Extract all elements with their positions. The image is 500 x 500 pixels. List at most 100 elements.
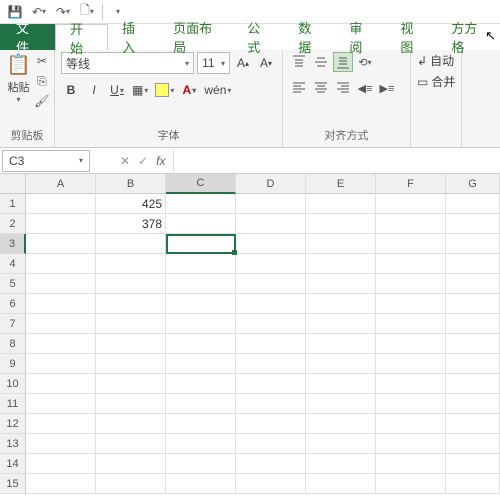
col-header[interactable]: B [96,174,166,194]
cell-C13[interactable] [166,434,236,454]
cell-G10[interactable] [446,374,500,394]
row-header[interactable]: 2 [0,214,26,234]
row-header[interactable]: 15 [0,474,26,494]
row-header[interactable]: 7 [0,314,26,334]
row-header[interactable]: 10 [0,374,26,394]
col-header[interactable]: E [306,174,376,194]
row-header[interactable]: 1 [0,194,26,214]
cell-E10[interactable] [306,374,376,394]
cell-G9[interactable] [446,354,500,374]
cell-E15[interactable] [306,474,376,494]
decrease-font-button[interactable]: A▾ [256,53,276,73]
col-header[interactable]: F [376,174,446,194]
cell-F3[interactable] [376,234,446,254]
cell-A4[interactable] [26,254,96,274]
cell-D6[interactable] [236,294,306,314]
row-header[interactable]: 3 [0,234,26,254]
cell-D10[interactable] [236,374,306,394]
cell-B14[interactable] [96,454,166,474]
format-painter-button[interactable]: 🖌 [33,92,51,110]
cell-E5[interactable] [306,274,376,294]
cancel-formula-button[interactable]: ✕ [120,154,130,168]
name-box[interactable]: C3▾ [2,150,90,172]
cell-E2[interactable] [306,214,376,234]
paste-button[interactable]: 📋 粘贴 ▾ [6,52,31,104]
row-header[interactable]: 11 [0,394,26,414]
tab-view[interactable]: 视图 [386,24,437,50]
cell-E7[interactable] [306,314,376,334]
tab-file[interactable]: 文件 [0,24,55,50]
col-header[interactable]: A [26,174,96,194]
cell-G5[interactable] [446,274,500,294]
row-header[interactable]: 4 [0,254,26,274]
row-header[interactable]: 6 [0,294,26,314]
fill-color-button[interactable] [153,80,176,100]
cell-F4[interactable] [376,254,446,274]
cell-C12[interactable] [166,414,236,434]
cell-B7[interactable] [96,314,166,334]
cell-F2[interactable] [376,214,446,234]
cell-D5[interactable] [236,274,306,294]
cell-G4[interactable] [446,254,500,274]
row-header[interactable]: 12 [0,414,26,434]
cell-B6[interactable] [96,294,166,314]
cell-D13[interactable] [236,434,306,454]
cell-F11[interactable] [376,394,446,414]
cell-D8[interactable] [236,334,306,354]
cell-C15[interactable] [166,474,236,494]
tab-formulas[interactable]: 公式 [233,24,284,50]
cell-B3[interactable] [96,234,166,254]
cell-C11[interactable] [166,394,236,414]
cell-D12[interactable] [236,414,306,434]
cell-C1[interactable] [166,194,236,214]
cell-E1[interactable] [306,194,376,214]
cell-B15[interactable] [96,474,166,494]
cell-F9[interactable] [376,354,446,374]
cell-G8[interactable] [446,334,500,354]
align-left-button[interactable] [289,78,309,98]
cell-G3[interactable] [446,234,500,254]
cell-B5[interactable] [96,274,166,294]
align-right-button[interactable] [333,78,353,98]
cell-G14[interactable] [446,454,500,474]
cell-D11[interactable] [236,394,306,414]
cell-C9[interactable] [166,354,236,374]
row-header[interactable]: 13 [0,434,26,454]
cell-G2[interactable] [446,214,500,234]
select-all-corner[interactable] [0,174,26,194]
cell-F5[interactable] [376,274,446,294]
col-header[interactable]: D [236,174,306,194]
cell-A13[interactable] [26,434,96,454]
merge-button[interactable]: ▭合并 [417,73,455,90]
font-color-button[interactable]: A [179,80,199,100]
tab-review[interactable]: 审阅 [335,24,386,50]
cell-B13[interactable] [96,434,166,454]
border-button[interactable]: ▦ [130,80,150,100]
cell-A15[interactable] [26,474,96,494]
cell-A5[interactable] [26,274,96,294]
cell-E11[interactable] [306,394,376,414]
align-center-button[interactable] [311,78,331,98]
cell-G11[interactable] [446,394,500,414]
cell-A7[interactable] [26,314,96,334]
cell-C14[interactable] [166,454,236,474]
cell-C8[interactable] [166,334,236,354]
cell-A8[interactable] [26,334,96,354]
cell-F12[interactable] [376,414,446,434]
cell-A10[interactable] [26,374,96,394]
tab-addon[interactable]: 方方格↖ [437,24,500,50]
cell-G1[interactable] [446,194,500,214]
cell-A6[interactable] [26,294,96,314]
insert-function-button[interactable]: fx [156,154,165,168]
cell-F13[interactable] [376,434,446,454]
increase-indent-button[interactable]: ▶≡ [377,78,397,98]
cell-D7[interactable] [236,314,306,334]
cell-G13[interactable] [446,434,500,454]
bold-button[interactable]: B [61,80,81,100]
cell-F8[interactable] [376,334,446,354]
cell-E3[interactable] [306,234,376,254]
confirm-formula-button[interactable]: ✓ [138,154,148,168]
cell-C7[interactable] [166,314,236,334]
cell-B12[interactable] [96,414,166,434]
col-header[interactable]: G [446,174,500,194]
